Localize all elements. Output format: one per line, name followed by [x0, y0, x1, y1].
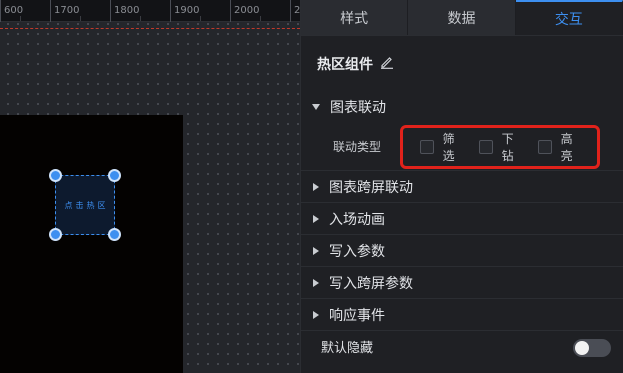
component-title: 热区组件	[317, 57, 373, 73]
screen-canvas[interactable]	[0, 115, 183, 373]
ruler-minor-tick	[260, 16, 261, 21]
resize-handle-bottom-right[interactable]	[108, 228, 121, 241]
section-cross-screen-link[interactable]: 图表跨屏联动	[301, 170, 623, 202]
ruler-tick-label: 1700	[54, 5, 80, 16]
config-panel: 样式 数据 交互 热区组件 图表联动 联动类型 筛选 下钻 高亮 图表跨屏联动 …	[300, 0, 623, 373]
option-drilldown[interactable]: 下钻	[479, 130, 525, 164]
section-title: 写入跨屏参数	[329, 275, 413, 292]
ruler-tick: 2	[290, 0, 300, 22]
section-title: 图表跨屏联动	[329, 179, 413, 196]
default-hidden-label: 默认隐藏	[321, 341, 374, 356]
ruler-tick: 1800	[110, 0, 139, 22]
guide-line	[0, 28, 300, 29]
caret-down-icon	[312, 104, 320, 110]
drilldown-checkbox[interactable]	[479, 140, 493, 154]
component-header: 热区组件	[301, 36, 623, 92]
ruler-minor-tick	[20, 16, 21, 21]
ruler-tick-label: 1900	[174, 5, 200, 16]
section-response-events[interactable]: 响应事件	[301, 298, 623, 330]
hotspot-component[interactable]: 点击热区	[49, 169, 121, 241]
ruler-tick: 1700	[50, 0, 79, 22]
option-label: 下钻	[501, 132, 514, 163]
canvas-area[interactable]: 600 1700 1800 1900 2000 2 点击热区	[0, 0, 300, 373]
section-entrance-animation[interactable]: 入场动画	[301, 202, 623, 234]
caret-right-icon	[313, 310, 319, 319]
caret-right-icon	[313, 214, 319, 223]
ruler-tick: 2000	[230, 0, 259, 22]
link-type-options-highlight: 筛选 下钻 高亮	[400, 125, 600, 169]
resize-handle-top-right[interactable]	[108, 169, 121, 182]
ruler-tick-label: 2000	[234, 5, 260, 16]
ruler-tick-label: 600	[4, 5, 24, 16]
caret-right-icon	[313, 246, 319, 255]
default-hidden-toggle[interactable]	[573, 339, 611, 357]
resize-handle-bottom-left[interactable]	[49, 228, 62, 241]
ruler-minor-tick	[80, 16, 81, 21]
section-write-params[interactable]: 写入参数	[301, 234, 623, 266]
tab-interaction[interactable]: 交互	[515, 0, 623, 35]
option-highlight[interactable]: 高亮	[538, 130, 584, 164]
option-label: 筛选	[442, 132, 455, 163]
tab-data[interactable]: 数据	[408, 0, 516, 35]
section-title: 写入参数	[329, 243, 385, 260]
option-label: 高亮	[560, 132, 573, 163]
section-title: 图表联动	[330, 100, 386, 116]
resize-handle-top-left[interactable]	[49, 169, 62, 182]
section-write-cross-screen-params[interactable]: 写入跨屏参数	[301, 266, 623, 298]
section-title: 入场动画	[329, 211, 385, 228]
ruler-tick: 600	[0, 0, 23, 22]
highlight-checkbox[interactable]	[538, 140, 552, 154]
toggle-knob	[575, 341, 589, 355]
caret-right-icon	[313, 182, 319, 191]
section-chart-link[interactable]: 图表联动	[301, 92, 623, 122]
ruler-minor-tick	[140, 16, 141, 21]
ruler-tick-label: 1800	[114, 5, 140, 16]
ruler-tick: 1900	[170, 0, 199, 22]
section-title: 响应事件	[329, 307, 385, 324]
filter-checkbox[interactable]	[420, 140, 434, 154]
ruler-minor-tick	[200, 16, 201, 21]
hotspot-label: 点击热区	[64, 200, 109, 210]
pencil-icon[interactable]	[380, 55, 394, 73]
tab-style[interactable]: 样式	[301, 0, 409, 35]
caret-right-icon	[313, 278, 319, 287]
link-type-row: 联动类型 筛选 下钻 高亮	[301, 122, 623, 170]
default-hidden-row: 默认隐藏	[301, 330, 623, 362]
horizontal-ruler: 600 1700 1800 1900 2000 2	[0, 0, 300, 22]
panel-tabs: 样式 数据 交互	[301, 0, 623, 36]
option-filter[interactable]: 筛选	[420, 130, 466, 164]
